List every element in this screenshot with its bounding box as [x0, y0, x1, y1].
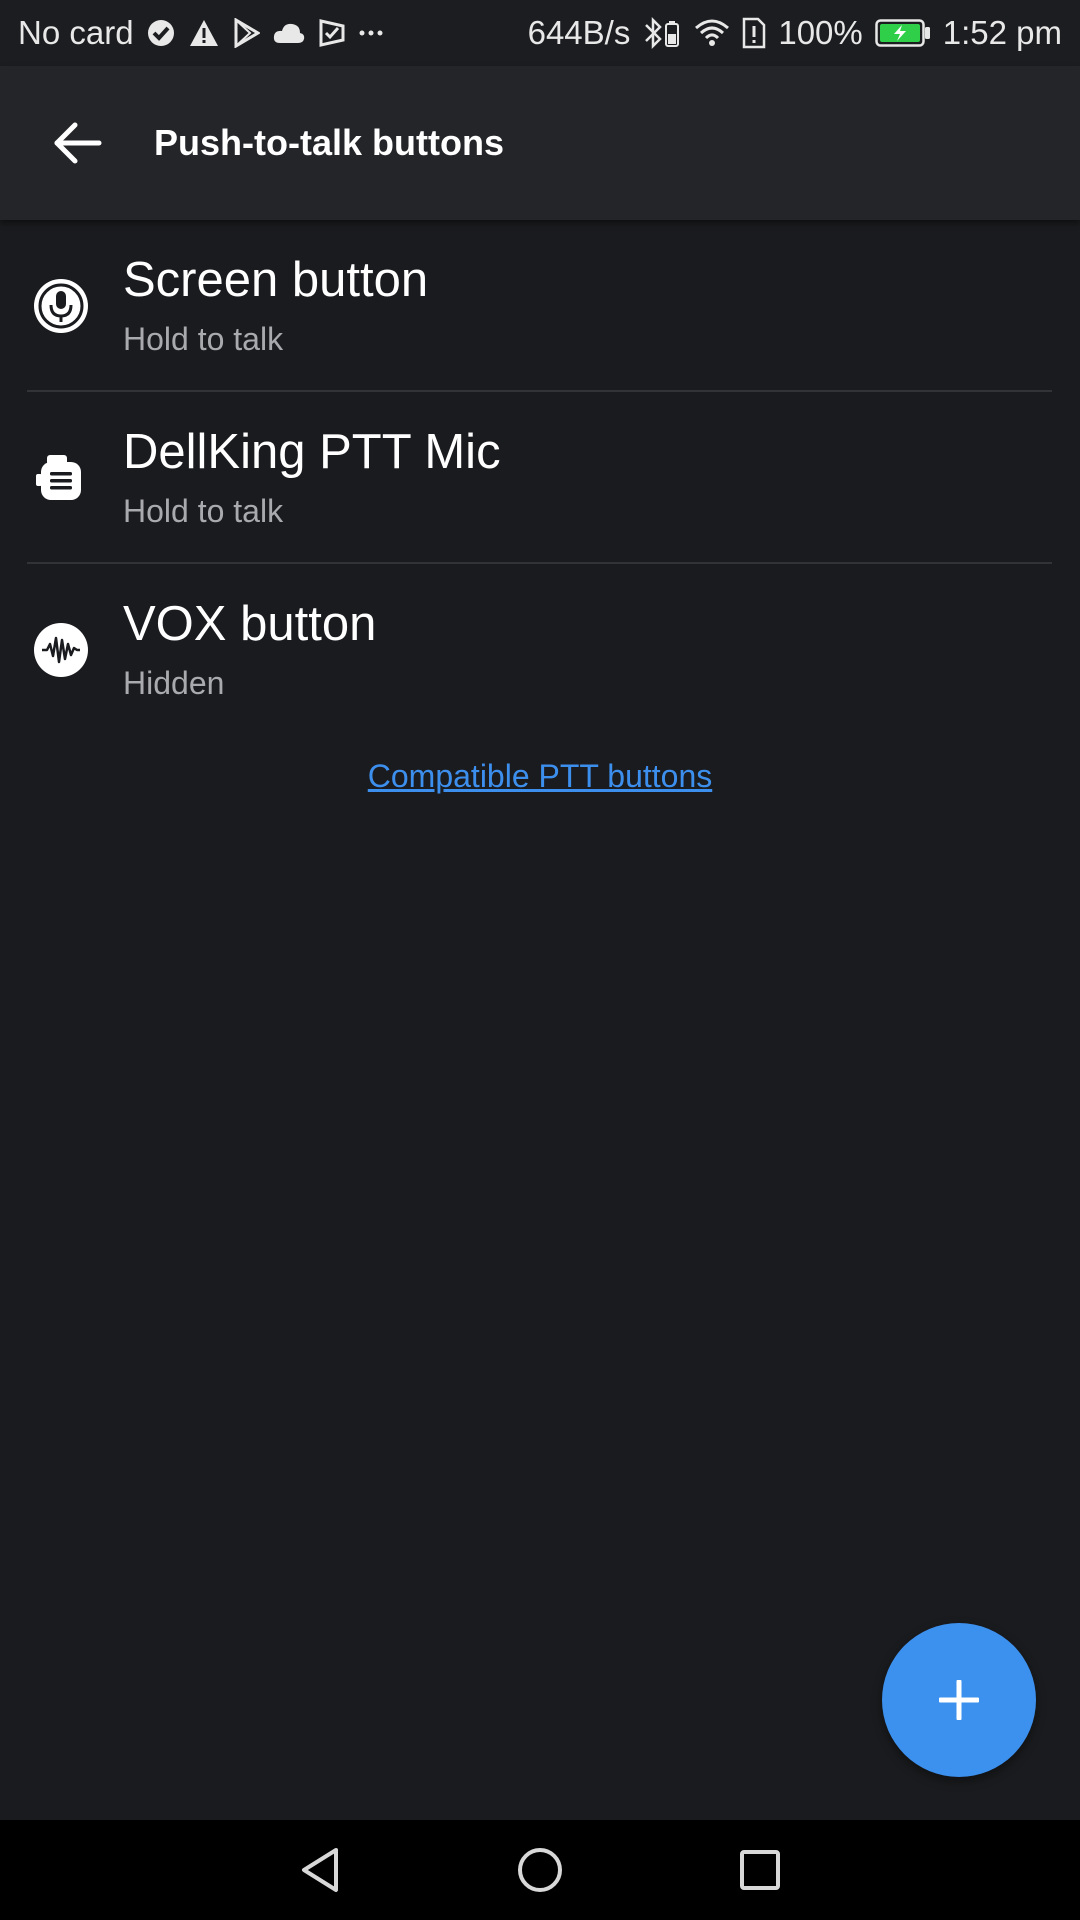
list-item-dellking-ptt-mic[interactable]: DellKing PTT Mic Hold to talk	[0, 392, 1080, 562]
list-item-vox-button[interactable]: VOX button Hidden	[0, 564, 1080, 734]
list-item-title: DellKing PTT Mic	[123, 425, 501, 479]
ptt-button-list: Screen button Hold to talk DellKing PTT …	[0, 220, 1080, 734]
arrow-left-icon	[54, 122, 102, 164]
nav-home-button[interactable]	[480, 1820, 600, 1920]
app-bar: Push-to-talk buttons	[0, 66, 1080, 220]
status-bar-left: No card	[18, 14, 384, 52]
compatible-ptt-buttons-link[interactable]: Compatible PTT buttons	[368, 758, 712, 794]
status-bar: No card 644B/s 100% 1:52 pm	[0, 0, 1080, 66]
list-item-subtitle: Hold to talk	[123, 493, 284, 529]
clock-label: 1:52 pm	[942, 14, 1062, 51]
list-item-subtitle: Hold to talk	[123, 321, 284, 357]
add-button[interactable]	[882, 1623, 1036, 1777]
status-bar-right: 644B/s 100% 1:52 pm	[528, 14, 1062, 52]
circle-home-icon	[518, 1848, 562, 1892]
bluetooth-battery-icon	[642, 16, 682, 50]
nav-back-button[interactable]	[260, 1820, 380, 1920]
more-dots-icon	[358, 28, 384, 38]
battery-percent-label: 100%	[778, 14, 863, 51]
list-item-title: VOX button	[123, 597, 377, 651]
list-item-subtitle: Hidden	[123, 665, 225, 701]
list-item-screen-button[interactable]: Screen button Hold to talk	[0, 220, 1080, 390]
list-item-title: Screen button	[123, 253, 429, 307]
play-store-icon	[232, 18, 260, 48]
waveform-icon	[33, 622, 89, 678]
warning-icon	[188, 18, 220, 48]
triangle-back-icon	[302, 1848, 338, 1892]
back-button[interactable]	[37, 103, 117, 183]
check-shield-icon	[146, 18, 176, 48]
wifi-icon	[694, 18, 730, 48]
compatible-link-container: Compatible PTT buttons	[0, 758, 1080, 795]
cloud-icon	[272, 21, 306, 45]
network-speed-label: 644B/s	[527, 14, 631, 51]
square-recents-icon	[740, 1850, 780, 1890]
nav-recents-button[interactable]	[700, 1820, 820, 1920]
sim-alert-icon	[742, 17, 766, 49]
navigation-bar	[0, 1820, 1080, 1920]
ptt-mic-icon	[33, 450, 89, 506]
plus-icon	[939, 1680, 979, 1720]
page-title: Push-to-talk buttons	[154, 122, 504, 163]
microphone-circle-icon	[33, 278, 89, 334]
check-badge-icon	[318, 18, 346, 48]
carrier-label: No card	[18, 14, 134, 51]
battery-charging-icon	[875, 19, 931, 47]
